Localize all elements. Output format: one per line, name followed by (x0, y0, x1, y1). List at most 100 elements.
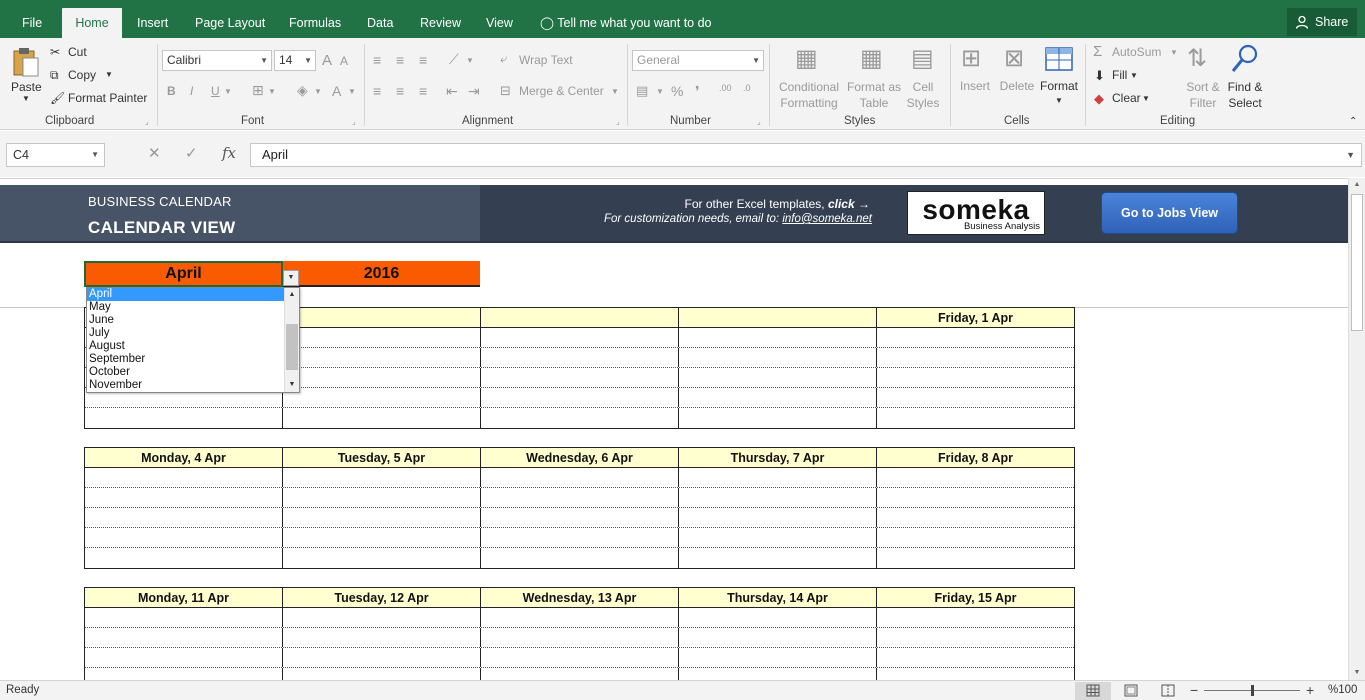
merge-center-icon[interactable]: ⊟ (500, 83, 511, 99)
dropdown-option[interactable]: September (87, 353, 284, 366)
borders-icon[interactable]: ⊞ (252, 82, 264, 99)
borders-dropdown-arrow-icon[interactable]: ▼ (268, 87, 276, 96)
table-row[interactable] (85, 548, 1074, 568)
tab-data[interactable]: Data (359, 8, 401, 38)
day-header[interactable]: Thursday, 14 Apr (679, 588, 877, 607)
day-header[interactable]: Wednesday, 6 Apr (481, 448, 679, 467)
day-header[interactable]: Monday, 4 Apr (85, 448, 283, 467)
wrap-text-button[interactable]: Wrap Text (519, 53, 573, 67)
italic-button[interactable]: I (190, 84, 193, 98)
cut-button[interactable]: Cut (68, 45, 87, 59)
templates-click-link[interactable]: click (828, 197, 855, 211)
merge-center-button[interactable]: Merge & Center (519, 84, 604, 98)
year-cell[interactable]: 2016 (283, 261, 480, 287)
increase-decimal-icon[interactable]: .00 (719, 83, 732, 93)
percent-button[interactable]: % (671, 83, 683, 99)
align-center-icon[interactable]: ≡ (396, 83, 404, 99)
accounting-format-icon[interactable]: ▤ (636, 83, 648, 99)
find-select-button[interactable]: Find & Select (1222, 79, 1268, 111)
month-dropdown-arrow-icon[interactable]: ▼ (283, 270, 299, 286)
shrink-font-icon[interactable]: A (340, 54, 348, 68)
month-dropdown-list[interactable]: April May June July August September Oct… (86, 287, 300, 393)
autosum-dropdown-arrow-icon[interactable]: ▼ (1170, 48, 1178, 57)
decrease-indent-icon[interactable]: ⇤ (446, 83, 458, 100)
orientation-dropdown-arrow-icon[interactable]: ▼ (466, 56, 474, 65)
format-cells-button[interactable]: Format (1037, 79, 1081, 93)
insert-cells-icon[interactable]: ⊞ (961, 44, 981, 73)
insert-cells-button[interactable]: Insert (952, 79, 998, 93)
tab-formulas[interactable]: Formulas (281, 8, 349, 38)
format-as-table-icon[interactable]: ▦ (860, 44, 883, 73)
dropdown-option[interactable]: October (87, 366, 284, 379)
format-as-table-button[interactable]: Format as Table (845, 79, 903, 111)
chevron-down-icon[interactable]: ▼ (91, 144, 99, 166)
align-bottom-icon[interactable]: ≡ (419, 52, 427, 68)
fill-color-dropdown-arrow-icon[interactable]: ▼ (314, 87, 322, 96)
fill-button[interactable]: Fill (1112, 68, 1127, 82)
conditional-formatting-icon[interactable]: ▦ (795, 44, 818, 73)
clear-button[interactable]: Clear (1112, 91, 1141, 105)
paste-icon[interactable] (12, 46, 40, 78)
format-dropdown-arrow-icon[interactable]: ▼ (1055, 96, 1063, 105)
fill-down-icon[interactable]: ⬇ (1094, 68, 1105, 84)
table-row[interactable] (85, 468, 1074, 488)
align-left-icon[interactable]: ≡ (373, 83, 381, 99)
merge-dropdown-arrow-icon[interactable]: ▼ (611, 87, 619, 96)
conditional-formatting-button[interactable]: Conditional Formatting (778, 79, 840, 111)
copy-button[interactable]: Copy (68, 68, 96, 82)
table-row[interactable] (85, 528, 1074, 548)
align-middle-icon[interactable]: ≡ (396, 52, 404, 68)
font-family-select[interactable]: Calibri ▼ (162, 50, 272, 71)
tell-me-box[interactable]: ◯ Tell me what you want to do (540, 8, 712, 38)
align-right-icon[interactable]: ≡ (419, 83, 427, 99)
number-launcher-icon[interactable]: ⌟ (757, 117, 761, 126)
dropdown-option[interactable]: June (87, 314, 284, 327)
page-break-view-button[interactable] (1150, 682, 1186, 700)
scroll-down-icon[interactable]: ▼ (285, 378, 299, 392)
copy-dropdown-arrow-icon[interactable]: ▼ (105, 70, 113, 79)
font-size-select[interactable]: 14 ▼ (274, 50, 316, 71)
insert-function-button[interactable]: fx (222, 144, 236, 162)
tab-review[interactable]: Review (412, 8, 469, 38)
grow-font-icon[interactable]: A (322, 52, 332, 69)
fill-dropdown-arrow-icon[interactable]: ▼ (1130, 71, 1138, 80)
tab-page-layout[interactable]: Page Layout (187, 8, 273, 38)
table-row[interactable] (85, 608, 1074, 628)
table-row[interactable] (85, 668, 1074, 680)
formula-input[interactable]: April ▼ (250, 143, 1362, 167)
day-header[interactable]: Friday, 15 Apr (877, 588, 1074, 607)
day-header[interactable]: Friday, 8 Apr (877, 448, 1074, 467)
day-header[interactable] (679, 308, 877, 327)
normal-view-button[interactable] (1075, 682, 1111, 700)
wrap-text-icon[interactable]: ⤶ (500, 51, 507, 67)
paste-dropdown-arrow-icon[interactable]: ▼ (22, 94, 30, 103)
zoom-in-button[interactable]: + (1306, 682, 1314, 698)
name-box[interactable]: C4 ▼ (6, 143, 105, 167)
delete-cells-button[interactable]: Delete (995, 79, 1039, 93)
table-row[interactable] (85, 488, 1074, 508)
day-header[interactable]: Monday, 11 Apr (85, 588, 283, 607)
decrease-decimal-icon[interactable]: .0 (743, 83, 751, 93)
day-header[interactable]: Wednesday, 13 Apr (481, 588, 679, 607)
day-header[interactable] (481, 308, 679, 327)
table-row[interactable] (85, 408, 1074, 428)
expand-formula-bar-icon[interactable]: ▼ (1346, 144, 1355, 166)
table-row[interactable] (85, 628, 1074, 648)
someka-logo[interactable]: someka Business Analysis (907, 191, 1045, 235)
zoom-slider-thumb[interactable] (1251, 685, 1254, 696)
vertical-scrollbar[interactable]: ▲ ▼ (1348, 178, 1365, 680)
font-color-button[interactable]: A (332, 83, 341, 99)
orientation-icon[interactable]: ⟋ (449, 51, 459, 68)
autosum-button[interactable]: AutoSum (1112, 45, 1161, 59)
share-button[interactable]: Share (1287, 8, 1357, 36)
font-launcher-icon[interactable]: ⌟ (352, 117, 356, 126)
dropdown-option[interactable]: July (87, 327, 284, 340)
comma-style-icon[interactable]: ❜ (695, 83, 700, 100)
tab-file[interactable]: File (14, 8, 50, 38)
tab-view[interactable]: View (478, 8, 521, 38)
cell-styles-button[interactable]: Cell Styles (902, 79, 944, 111)
format-painter-button[interactable]: Format Painter (68, 91, 147, 105)
day-header[interactable] (283, 308, 481, 327)
scroll-up-icon[interactable]: ▲ (285, 288, 299, 302)
email-link[interactable]: info@someka.net (782, 213, 872, 225)
